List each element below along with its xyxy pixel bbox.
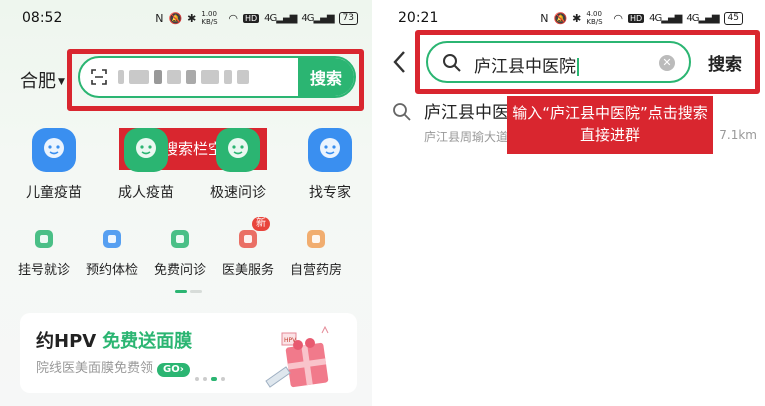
baby-face-icon — [32, 128, 76, 172]
search-button-right[interactable]: 搜索 — [708, 50, 742, 75]
clear-icon[interactable]: ✕ — [659, 55, 675, 71]
result-name: 庐江县中医 — [424, 103, 509, 123]
service-label: 找专家 — [309, 185, 351, 201]
scan-icon[interactable] — [90, 68, 108, 86]
service-beauty-service[interactable]: 新医美服务 — [214, 217, 282, 278]
service-free-consult[interactable]: 免费问诊 — [146, 227, 214, 278]
promo-title-main: 约HPV — [36, 331, 97, 352]
battery-icon: 73 — [338, 11, 358, 25]
service-label: 极速问诊 — [210, 185, 266, 201]
wifi-icon: ◠ — [228, 11, 238, 25]
service-chat-doctor[interactable]: 极速问诊 — [192, 128, 284, 202]
status-time: 08:52 — [22, 10, 63, 26]
result-address: 庐江县周瑜大道 — [424, 130, 509, 144]
doctor-avatar-icon — [308, 128, 352, 172]
sub-service-row: 挂号就诊 预约体检 免费问诊新医美服务 自营药房 — [10, 217, 350, 278]
search-icon — [443, 54, 461, 72]
bluetooth-icon: ✱ — [572, 11, 582, 25]
signal-icon: 4G▂▄▆ — [649, 12, 682, 24]
status-time-right: 20:21 — [398, 10, 439, 26]
signal-icon-2: 4G▂▄▆ — [686, 12, 719, 24]
gift-box-image: HPV — [265, 325, 329, 388]
service-label: 自营药房 — [289, 263, 342, 278]
hpv-promo-banner[interactable]: 约HPV 免费送面膜 院线医美面膜免费领 GO› HPV — [20, 313, 357, 393]
net-speed-right: 4.00 KB/S — [586, 10, 603, 26]
mute-icon: 🔕 — [168, 11, 183, 25]
promo-title: 约HPV 免费送面膜 — [36, 327, 192, 353]
service-label: 挂号就诊 — [17, 263, 70, 278]
service-doctor-avatar[interactable]: 找专家 — [284, 128, 372, 202]
service-baby-face[interactable]: 儿童疫苗 — [8, 128, 100, 202]
promo-subtitle-text: 院线医美面膜免费领 — [36, 361, 154, 376]
status-icons: N 🔕 ✱ 1.00 KB/S ◠ HD 4G▂▄▆ 4G▂▄▆ 73 — [155, 10, 358, 26]
promo-subtitle: 院线医美面膜免费领 GO› — [36, 357, 190, 377]
search-input[interactable]: 庐江县中医院 ✕ — [426, 41, 691, 83]
search-icon — [393, 103, 411, 121]
bluetooth-icon: ✱ — [187, 11, 197, 25]
status-bar: 08:52 N 🔕 ✱ 1.00 KB/S ◠ HD 4G▂▄▆ 4G▂▄▆ 7… — [0, 8, 372, 28]
service-registration[interactable]: 挂号就诊 — [10, 227, 78, 278]
nfc-icon: N — [155, 11, 164, 25]
service-label: 免费问诊 — [153, 263, 206, 278]
checkup-report-icon — [100, 227, 124, 251]
service-label: 成人疫苗 — [118, 185, 174, 201]
go-label: GO — [163, 364, 180, 375]
net-speed: 1.00 KB/S — [201, 10, 218, 26]
hd-icon: HD — [242, 13, 260, 23]
city-label: 合肥 — [20, 71, 56, 92]
blurred-placeholder — [118, 70, 249, 84]
page-indicator — [175, 290, 202, 293]
search-query-text: 庐江县中医院 — [474, 57, 576, 77]
search-button[interactable]: 搜索 — [298, 58, 354, 96]
search-bar[interactable]: 搜索 — [78, 56, 356, 98]
service-label: 儿童疫苗 — [26, 185, 82, 201]
right-screen: 20:21 N 🔕 ✱ 4.00 KB/S ◠ HD 4G▂▄▆ 4G▂▄▆ 4… — [382, 0, 765, 406]
hd-icon: HD — [627, 13, 645, 23]
pill-icon — [304, 227, 328, 251]
status-icons-right: N 🔕 ✱ 4.00 KB/S ◠ HD 4G▂▄▆ 4G▂▄▆ 45 — [540, 10, 743, 26]
service-label: 预约体检 — [85, 263, 138, 278]
result-distance: 7.1km — [719, 128, 757, 142]
wifi-icon: ◠ — [613, 11, 623, 25]
service-syringe[interactable]: 成人疫苗 — [100, 128, 192, 202]
main-service-row: 儿童疫苗 成人疫苗 极速问诊 找专家 — [8, 128, 372, 202]
instruction-callout-text: 输入“庐江县中医院”点击搜索直接进群 — [512, 104, 708, 144]
back-arrow-icon[interactable] — [390, 48, 410, 76]
nfc-icon: N — [540, 11, 549, 25]
text-cursor — [577, 58, 579, 76]
search-query[interactable]: 庐江县中医院 — [474, 52, 579, 77]
banner-dots — [195, 377, 225, 381]
promo-title-highlight: 免费送面膜 — [102, 331, 193, 352]
service-label: 医美服务 — [221, 263, 274, 278]
beauty-service-icon: 新 — [236, 217, 270, 251]
city-selector[interactable]: 合肥 ▼ — [20, 67, 65, 93]
chat-doctor-icon — [216, 128, 260, 172]
syringe-icon — [124, 128, 168, 172]
service-checkup-report[interactable]: 预约体检 — [78, 227, 146, 278]
service-pill[interactable]: 自营药房 — [282, 227, 350, 278]
battery-icon: 45 — [723, 11, 743, 25]
go-button[interactable]: GO› — [157, 363, 190, 377]
new-badge: 新 — [252, 217, 270, 231]
registration-icon — [32, 227, 56, 251]
signal-icon: 4G▂▄▆ — [264, 12, 297, 24]
left-screen: 08:52 N 🔕 ✱ 1.00 KB/S ◠ HD 4G▂▄▆ 4G▂▄▆ 7… — [0, 0, 372, 406]
signal-icon-2: 4G▂▄▆ — [301, 12, 334, 24]
mute-icon: 🔕 — [553, 11, 568, 25]
status-bar-right: 20:21 N 🔕 ✱ 4.00 KB/S ◠ HD 4G▂▄▆ 4G▂▄▆ 4… — [382, 8, 765, 28]
free-consult-icon — [168, 227, 192, 251]
caret-down-icon: ▼ — [58, 77, 65, 87]
instruction-callout-right: 输入“庐江县中医院”点击搜索直接进群 — [507, 96, 713, 154]
